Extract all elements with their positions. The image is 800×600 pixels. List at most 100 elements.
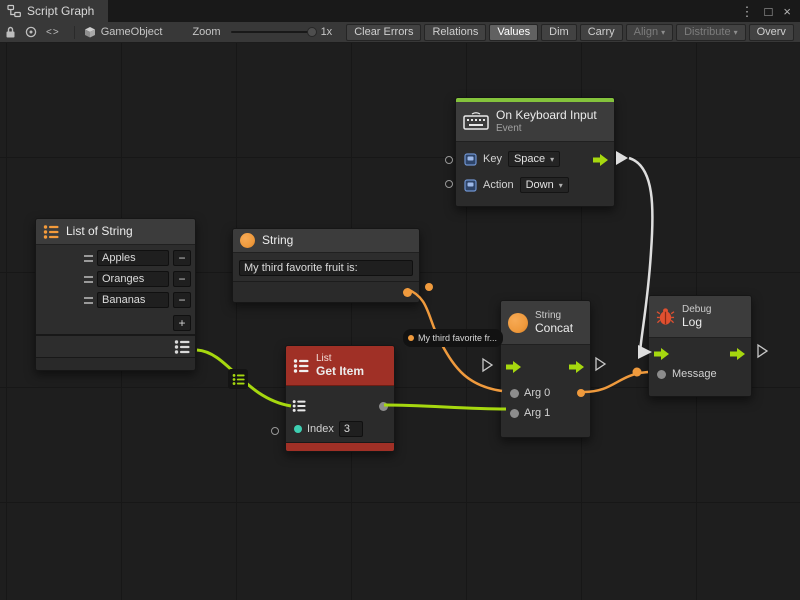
overview-button[interactable]: Overv xyxy=(749,24,794,41)
node-header[interactable]: String Concat xyxy=(501,301,590,345)
list-output-row xyxy=(36,334,195,357)
list-item-input[interactable] xyxy=(97,250,169,266)
toolbar-buttons: Clear Errors Relations Values Dim Carry … xyxy=(346,24,794,41)
window-menu-icon[interactable]: ⋮ xyxy=(741,5,754,18)
node-header[interactable]: List of String xyxy=(36,219,195,245)
gameobject-label: GameObject xyxy=(101,26,163,38)
node-string-literal[interactable]: String xyxy=(232,228,420,303)
node-header[interactable]: List Get Item xyxy=(286,346,394,386)
node-title: Log xyxy=(682,316,711,329)
list-item-input[interactable] xyxy=(97,292,169,308)
keycode-icon xyxy=(464,153,477,166)
node-on-keyboard-input[interactable]: On Keyboard Input Event Key Space ▾ xyxy=(455,97,615,207)
action-input-port[interactable] xyxy=(445,180,453,188)
arg1-label: Arg 1 xyxy=(524,407,550,419)
inspect-icon[interactable] xyxy=(25,26,37,38)
values-button[interactable]: Values xyxy=(489,24,538,41)
flow-output-port[interactable] xyxy=(569,360,585,378)
node-header[interactable]: String xyxy=(233,229,419,253)
node-header[interactable]: Debug Log xyxy=(649,296,751,338)
carry-button[interactable]: Carry xyxy=(580,24,623,41)
node-log[interactable]: Debug Log Message xyxy=(648,295,752,397)
string-type-dot-icon xyxy=(408,335,414,341)
index-input-port[interactable] xyxy=(294,425,302,433)
node-body: Arg 0 Arg 1 xyxy=(501,345,590,437)
dim-button[interactable]: Dim xyxy=(541,24,577,41)
index-label: Index xyxy=(307,423,334,435)
flow-input-port[interactable] xyxy=(506,360,522,378)
lock-icon[interactable] xyxy=(5,26,16,39)
string-output-port[interactable] xyxy=(403,288,412,297)
index-outer-port[interactable] xyxy=(271,427,279,435)
list-items: − − − xyxy=(36,245,195,313)
error-bar xyxy=(286,442,394,451)
gameobject-selector[interactable]: GameObject xyxy=(84,26,163,38)
gameobject-cube-icon xyxy=(84,26,96,38)
window-maximize-icon[interactable]: □ xyxy=(765,5,773,18)
list-port-row xyxy=(286,394,394,418)
key-dropdown[interactable]: Space ▾ xyxy=(508,151,560,167)
string-output-row xyxy=(233,281,419,302)
string-type-icon xyxy=(240,233,255,248)
add-item-button[interactable]: + xyxy=(173,315,191,331)
flow-input-port[interactable] xyxy=(654,347,670,365)
list-item-input[interactable] xyxy=(97,271,169,287)
list-icon xyxy=(43,224,59,240)
node-get-item[interactable]: List Get Item Index xyxy=(285,345,395,452)
distribute-button[interactable]: Distribute▾ xyxy=(676,24,745,41)
index-row: Index xyxy=(286,418,394,440)
chevron-down-icon: ▾ xyxy=(661,28,665,37)
align-button[interactable]: Align▾ xyxy=(626,24,673,41)
action-row: Action Down ▾ xyxy=(464,172,606,198)
flow-row xyxy=(501,353,590,379)
arg1-input-port[interactable] xyxy=(510,409,519,418)
index-input[interactable] xyxy=(339,421,363,437)
script-graph-icon xyxy=(7,4,21,18)
arg0-input-port[interactable] xyxy=(510,389,519,398)
zoom-value: 1x xyxy=(321,26,333,38)
node-category: String xyxy=(535,310,573,321)
node-title: Concat xyxy=(535,322,573,335)
string-value-input[interactable] xyxy=(239,260,413,276)
node-subtitle: Event xyxy=(496,123,597,134)
zoom-slider-knob[interactable] xyxy=(307,27,317,37)
remove-item-button[interactable]: − xyxy=(173,250,191,266)
remove-item-button[interactable]: − xyxy=(173,271,191,287)
list-input-port[interactable] xyxy=(292,399,306,413)
chevron-down-icon: ▾ xyxy=(550,155,554,164)
action-icon xyxy=(464,179,477,192)
chevron-down-icon: ▾ xyxy=(734,28,738,37)
relations-button[interactable]: Relations xyxy=(424,24,486,41)
flow-output-port[interactable] xyxy=(593,153,609,171)
node-body: Index xyxy=(286,386,394,442)
tab-script-graph[interactable]: Script Graph xyxy=(0,0,108,22)
zoom-slider[interactable] xyxy=(231,31,313,33)
drag-handle-icon[interactable] xyxy=(84,255,93,262)
node-category: Debug xyxy=(682,304,711,315)
node-concat[interactable]: String Concat Arg 0 Arg 1 xyxy=(500,300,591,438)
key-label: Key xyxy=(483,153,502,165)
result-output-port[interactable] xyxy=(577,389,585,397)
clear-errors-button[interactable]: Clear Errors xyxy=(346,24,421,41)
node-header[interactable]: On Keyboard Input Event xyxy=(456,102,614,142)
list-output-port[interactable] xyxy=(174,339,190,355)
graph-toolbar: <> GameObject Zoom 1x Clear Errors Relat… xyxy=(0,22,800,43)
action-dropdown[interactable]: Down ▾ xyxy=(520,177,569,193)
arg0-row: Arg 0 xyxy=(501,383,590,403)
flow-output-port[interactable] xyxy=(730,347,746,365)
message-input-port[interactable] xyxy=(657,370,666,379)
window-close-icon[interactable]: × xyxy=(783,5,791,18)
code-icon[interactable]: <> xyxy=(46,27,60,38)
drag-handle-icon[interactable] xyxy=(84,276,93,283)
string-type-icon xyxy=(508,313,528,333)
item-output-port[interactable] xyxy=(379,402,388,411)
titlebar: Script Graph ⋮ □ × xyxy=(0,0,800,22)
node-title: On Keyboard Input xyxy=(496,109,597,122)
tab-label: Script Graph xyxy=(27,4,94,18)
node-list-of-string[interactable]: List of String − − − + xyxy=(35,218,196,371)
drag-handle-icon[interactable] xyxy=(84,297,93,304)
chevron-down-icon: ▾ xyxy=(559,181,563,190)
script-graph-window: Script Graph ⋮ □ × <> xyxy=(0,0,800,600)
remove-item-button[interactable]: − xyxy=(173,292,191,308)
key-input-port[interactable] xyxy=(445,156,453,164)
